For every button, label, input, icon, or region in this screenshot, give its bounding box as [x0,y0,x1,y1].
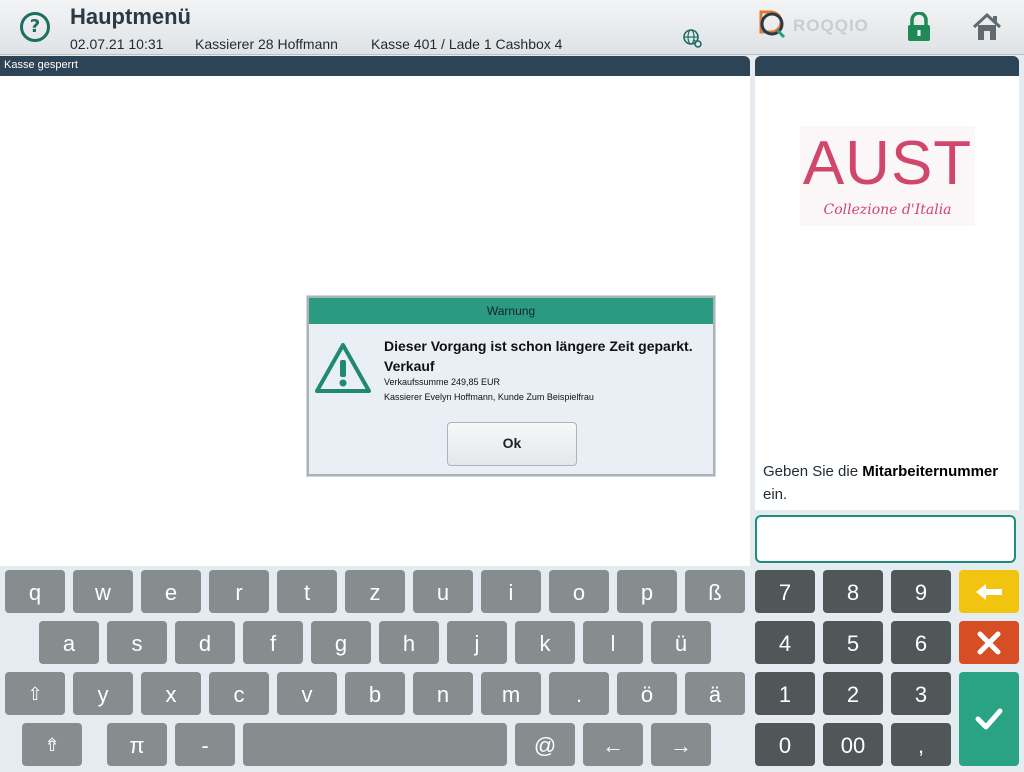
key-pi[interactable]: π [107,723,167,766]
help-icon[interactable]: ? [20,12,50,42]
key-n[interactable]: n [413,672,473,715]
numpad-9[interactable]: 9 [891,570,951,613]
dialog-transaction-type: Verkauf [384,358,435,374]
dialog-title: Warnung [309,298,713,324]
clear-x-icon [977,631,1001,654]
numpad-1[interactable]: 1 [755,672,815,715]
key-period[interactable]: . [549,672,609,715]
key-i[interactable]: i [481,570,541,613]
numpad-8[interactable]: 8 [823,570,883,613]
key-g[interactable]: g [311,621,371,664]
register-info: Kasse 401 / Lade 1 Cashbox 4 [371,36,563,52]
key-d[interactable]: d [175,621,235,664]
key-v[interactable]: v [277,672,337,715]
key-space[interactable] [243,723,507,766]
aust-logo: AUST Collezione d'Italia [800,126,975,226]
numpad-5[interactable]: 5 [823,621,883,664]
header-bar: ? Hauptmenü 02.07.21 10:31 Kassierer 28 … [0,0,1024,55]
key-m[interactable]: m [481,672,541,715]
key-a[interactable]: a [39,621,99,664]
dialog-sale-total: Verkaufssumme 249,85 EUR [384,377,501,387]
clear-button[interactable] [959,621,1019,664]
key-e[interactable]: e [141,570,201,613]
numpad-3[interactable]: 3 [891,672,951,715]
key-ae[interactable]: ä [685,672,745,715]
right-panel: AUST Collezione d'Italia Geben Sie die M… [755,76,1019,510]
warning-dialog: Warnung Dieser Vorgang ist schon längere… [307,296,715,476]
key-left-arrow[interactable]: ← [583,723,643,766]
numpad-4[interactable]: 4 [755,621,815,664]
numpad-6[interactable]: 6 [891,621,951,664]
roqqio-logo: ROQQIO [759,10,869,39]
key-dash[interactable]: - [175,723,235,766]
key-x[interactable]: x [141,672,201,715]
key-shift[interactable]: ⇧ [5,672,65,715]
key-j[interactable]: j [447,621,507,664]
dialog-cashier-customer: Kassierer Evelyn Hoffmann, Kunde Zum Bei… [384,392,594,402]
employee-number-prompt: Geben Sie die Mitarbeiternummer ein. [763,463,999,503]
key-w[interactable]: w [73,570,133,613]
key-c[interactable]: c [209,672,269,715]
key-o[interactable]: o [549,570,609,613]
aust-logo-text: AUST [802,129,973,198]
key-t[interactable]: t [277,570,337,613]
key-right-arrow[interactable]: → [651,723,711,766]
key-s[interactable]: s [107,621,167,664]
confirm-check-icon [975,708,1003,730]
key-r[interactable]: r [209,570,269,613]
numpad-comma[interactable]: , [891,723,951,766]
key-at[interactable]: @ [515,723,575,766]
numpad-7[interactable]: 7 [755,570,815,613]
right-panel-bar [755,56,1019,76]
key-b[interactable]: b [345,672,405,715]
home-icon[interactable] [972,12,1002,42]
network-globe-icon [683,29,702,48]
register-status-bar: Kasse gesperrt [0,56,750,76]
key-h[interactable]: h [379,621,439,664]
backspace-arrow-icon [976,583,1002,600]
key-y[interactable]: y [73,672,133,715]
key-p[interactable]: p [617,570,677,613]
warning-triangle-icon [315,343,371,393]
numpad-2[interactable]: 2 [823,672,883,715]
key-l[interactable]: l [583,621,643,664]
key-ue[interactable]: ü [651,621,711,664]
backspace-button[interactable] [959,570,1019,613]
numpad-00[interactable]: 00 [823,723,883,766]
page-title: Hauptmenü [70,4,191,29]
employee-number-input[interactable] [755,515,1016,563]
key-sz[interactable]: ß [685,570,745,613]
lock-icon[interactable] [906,12,932,42]
key-k[interactable]: k [515,621,575,664]
roqqio-logo-text: ROQQIO [793,16,869,35]
aust-logo-subtitle: Collezione d'Italia [823,202,952,218]
date-time: 02.07.21 10:31 [70,36,164,52]
key-u[interactable]: u [413,570,473,613]
dialog-message: Dieser Vorgang ist schon längere Zeit ge… [384,338,693,354]
numpad-0[interactable]: 0 [755,723,815,766]
key-f[interactable]: f [243,621,303,664]
confirm-button[interactable] [959,672,1019,766]
key-z[interactable]: z [345,570,405,613]
cashier-info: Kassierer 28 Hoffmann [195,36,338,52]
key-q[interactable]: q [5,570,65,613]
ok-button[interactable]: Ok [447,422,577,466]
register-status-label: Kasse gesperrt [4,59,78,71]
key-capslock[interactable]: ⇮ [22,723,82,766]
key-oe[interactable]: ö [617,672,677,715]
